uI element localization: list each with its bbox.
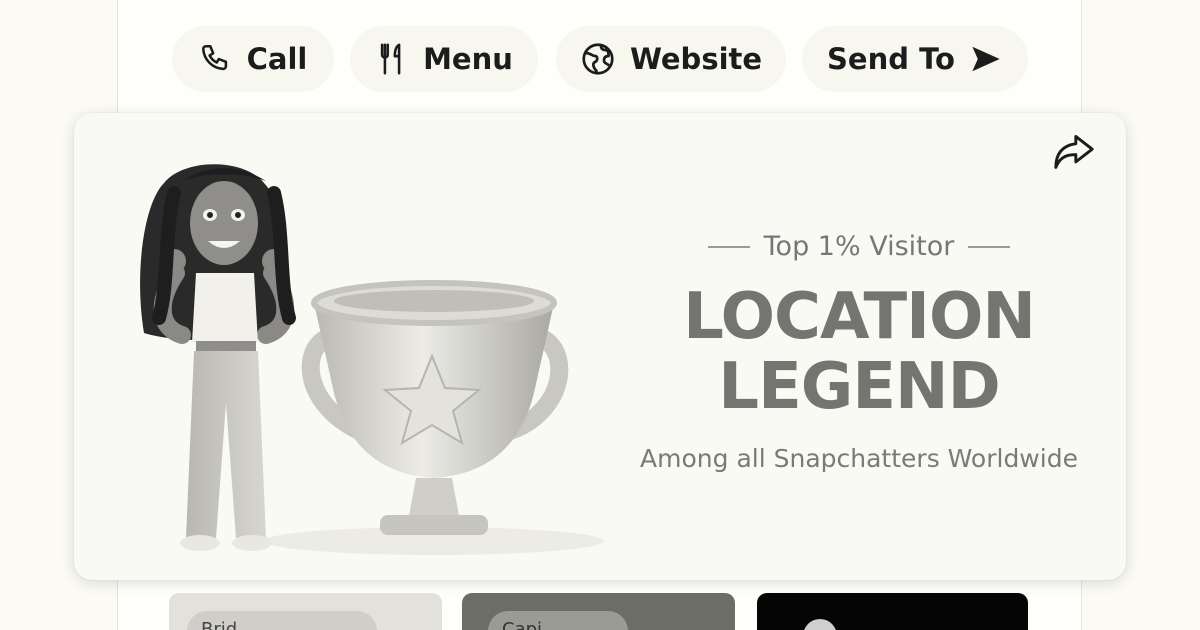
share-button[interactable]	[1052, 131, 1096, 175]
avatar	[803, 619, 837, 630]
kicker-row: Top 1% Visitor	[594, 231, 1124, 262]
headline-line-1: LOCATION	[683, 280, 1036, 354]
badge-text: Top 1% Visitor LOCATION LEGEND Among all…	[594, 231, 1124, 473]
send-arrow-icon	[969, 44, 1003, 74]
phone-icon	[199, 42, 233, 76]
menu-label: Menu	[423, 42, 513, 76]
story-tile[interactable]	[757, 593, 1028, 630]
kicker-text: Top 1% Visitor	[763, 231, 955, 262]
tile-label: Capi...	[488, 611, 628, 630]
call-label: Call	[246, 42, 308, 76]
headline-line-2: LEGEND	[718, 350, 1000, 424]
tile-label: Brid...	[187, 611, 377, 630]
action-bar: Call Menu Website Send To	[0, 26, 1200, 96]
story-tile[interactable]: Capi...	[462, 593, 735, 630]
send-to-label: Send To	[827, 42, 955, 76]
badge-headline: LOCATION LEGEND	[594, 282, 1124, 422]
story-tiles: Brid... Capi...	[0, 593, 1200, 630]
menu-button[interactable]: Menu	[350, 26, 538, 92]
badge-subtitle: Among all Snapchatters Worldwide	[640, 444, 1078, 473]
website-label: Website	[629, 42, 763, 76]
website-button[interactable]: Website	[556, 26, 786, 92]
kicker-rule-right	[968, 245, 1011, 248]
globe-icon	[580, 41, 616, 77]
call-button[interactable]: Call	[172, 26, 334, 92]
bitmoji-trophy-illustration	[104, 143, 624, 573]
location-legend-card[interactable]: Top 1% Visitor LOCATION LEGEND Among all…	[74, 113, 1126, 580]
send-to-button[interactable]: Send To	[802, 26, 1028, 92]
fork-knife-icon	[375, 41, 409, 77]
kicker-rule-left	[707, 245, 750, 248]
share-icon	[1052, 131, 1096, 175]
story-tile[interactable]: Brid...	[169, 593, 442, 630]
